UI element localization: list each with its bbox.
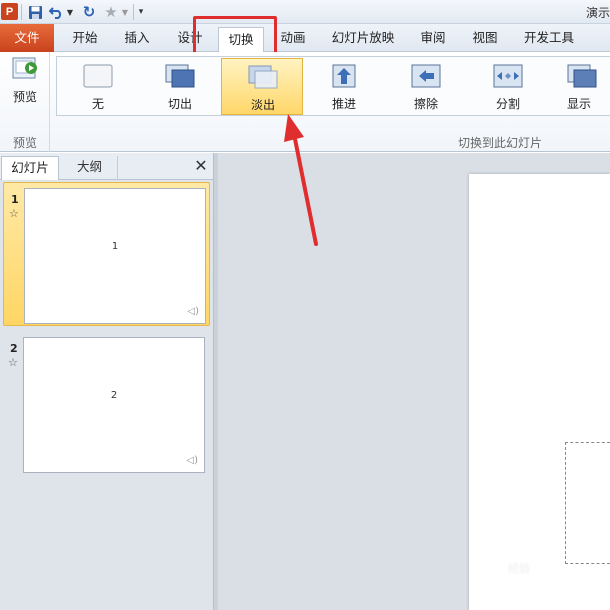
tab-outline[interactable]: 大纲 [62, 156, 118, 180]
effect-reveal[interactable]: 显示 [549, 58, 610, 115]
slide-number: 1 [11, 193, 19, 206]
wipe-effect-icon [411, 64, 441, 88]
effect-fade[interactable]: 淡出 [221, 58, 303, 115]
preview-icon [12, 57, 37, 79]
tab-animations[interactable]: 动画 [276, 24, 310, 52]
star-icon[interactable]: ★ [102, 3, 120, 21]
slide-number: 2 [10, 342, 18, 355]
tab-slides[interactable]: 幻灯片 [1, 156, 59, 181]
repeat-icon[interactable]: ↻ [80, 3, 98, 21]
split-effect-icon [493, 64, 523, 88]
effect-label: 擦除 [413, 97, 438, 111]
slide-thumbnail[interactable]: 1 ◁) [24, 188, 206, 324]
undo-icon [48, 7, 61, 19]
preview-button[interactable]: 预览 [4, 56, 46, 116]
pane-tabs: 幻灯片 大纲 ✕ [0, 153, 213, 181]
effect-label: 淡出 [250, 98, 275, 112]
tab-home[interactable]: 开始 [62, 24, 108, 52]
slide-thumbnail[interactable]: 2 ◁) [23, 337, 205, 473]
transition-gallery: 无 切出 淡出 推进 擦除 分割 显示 [56, 56, 610, 116]
transition-star-icon: ☆ [8, 356, 18, 369]
sound-icon: ◁) [187, 306, 199, 317]
transition-group-label: 切换到此幻灯片 [457, 136, 542, 150]
close-icon[interactable]: ✕ [193, 158, 209, 174]
effect-wipe[interactable]: 擦除 [385, 58, 467, 115]
tab-file[interactable]: 文件 [0, 24, 54, 52]
effect-push[interactable]: 推进 [303, 58, 385, 115]
ribbon-tabs: 文件 开始 插入 设计 切换 动画 幻灯片放映 审阅 视图 开发工具 [0, 24, 610, 53]
watermark: 经验 [508, 562, 530, 575]
slides-pane: 幻灯片 大纲 ✕ 1 ☆ 1 ◁) 2 ☆ 2 ◁) [0, 153, 213, 610]
tab-insert[interactable]: 插入 [116, 24, 158, 52]
toolbar-separator [133, 4, 134, 20]
effect-label: 无 [91, 97, 104, 111]
powerpoint-app-icon[interactable]: P [1, 3, 18, 20]
slide-canvas[interactable] [469, 174, 610, 610]
tab-developer[interactable]: 开发工具 [516, 24, 582, 52]
star-dropdown-icon[interactable]: ▼ [121, 3, 129, 21]
slide-content: 2 [110, 390, 118, 401]
slide-thumbnail-item[interactable]: 2 ☆ 2 ◁) [3, 332, 210, 476]
effect-none[interactable]: 无 [57, 58, 139, 115]
slide-thumbnail-list: 1 ☆ 1 ◁) 2 ☆ 2 ◁) [0, 180, 213, 610]
effect-label: 推进 [331, 97, 356, 111]
fade-effect-icon [248, 65, 278, 89]
title-bar: P ▼ ↻ ★ ▼ ▾ 演示 [0, 0, 610, 24]
cut-effect-icon [165, 64, 195, 88]
undo-dropdown-icon[interactable]: ▼ [66, 3, 74, 21]
save-button[interactable] [26, 3, 44, 21]
slide-content: 1 [111, 241, 119, 252]
content-placeholder[interactable] [565, 442, 610, 564]
slide-editor-area [218, 153, 610, 610]
push-effect-icon [332, 64, 356, 88]
effect-label: 分割 [495, 97, 520, 111]
effect-label: 显示 [567, 97, 592, 111]
effect-split[interactable]: 分割 [467, 58, 549, 115]
effect-cut[interactable]: 切出 [139, 58, 221, 115]
window-title: 演示 [585, 6, 610, 20]
sound-icon: ◁) [186, 455, 198, 466]
preview-group: 预览 预览 [0, 52, 50, 152]
preview-group-label: 预览 [12, 136, 37, 150]
transition-star-icon: ☆ [9, 207, 19, 220]
customize-toolbar-icon[interactable]: ▾ [136, 3, 146, 21]
save-icon [28, 5, 42, 19]
none-effect-icon [83, 64, 113, 88]
reveal-effect-icon [567, 64, 597, 88]
ribbon-panel: 预览 预览 无 切出 淡出 推进 擦除 分割 显示 切换到此幻灯片 [0, 52, 610, 152]
tab-review[interactable]: 审阅 [414, 24, 452, 52]
undo-button[interactable] [48, 3, 64, 21]
effect-label: 切出 [167, 97, 192, 111]
tab-slideshow[interactable]: 幻灯片放映 [330, 24, 396, 52]
toolbar-separator [21, 4, 22, 20]
slide-thumbnail-item[interactable]: 1 ☆ 1 ◁) [3, 182, 210, 326]
preview-button-label: 预览 [12, 90, 37, 104]
tab-view[interactable]: 视图 [468, 24, 502, 52]
